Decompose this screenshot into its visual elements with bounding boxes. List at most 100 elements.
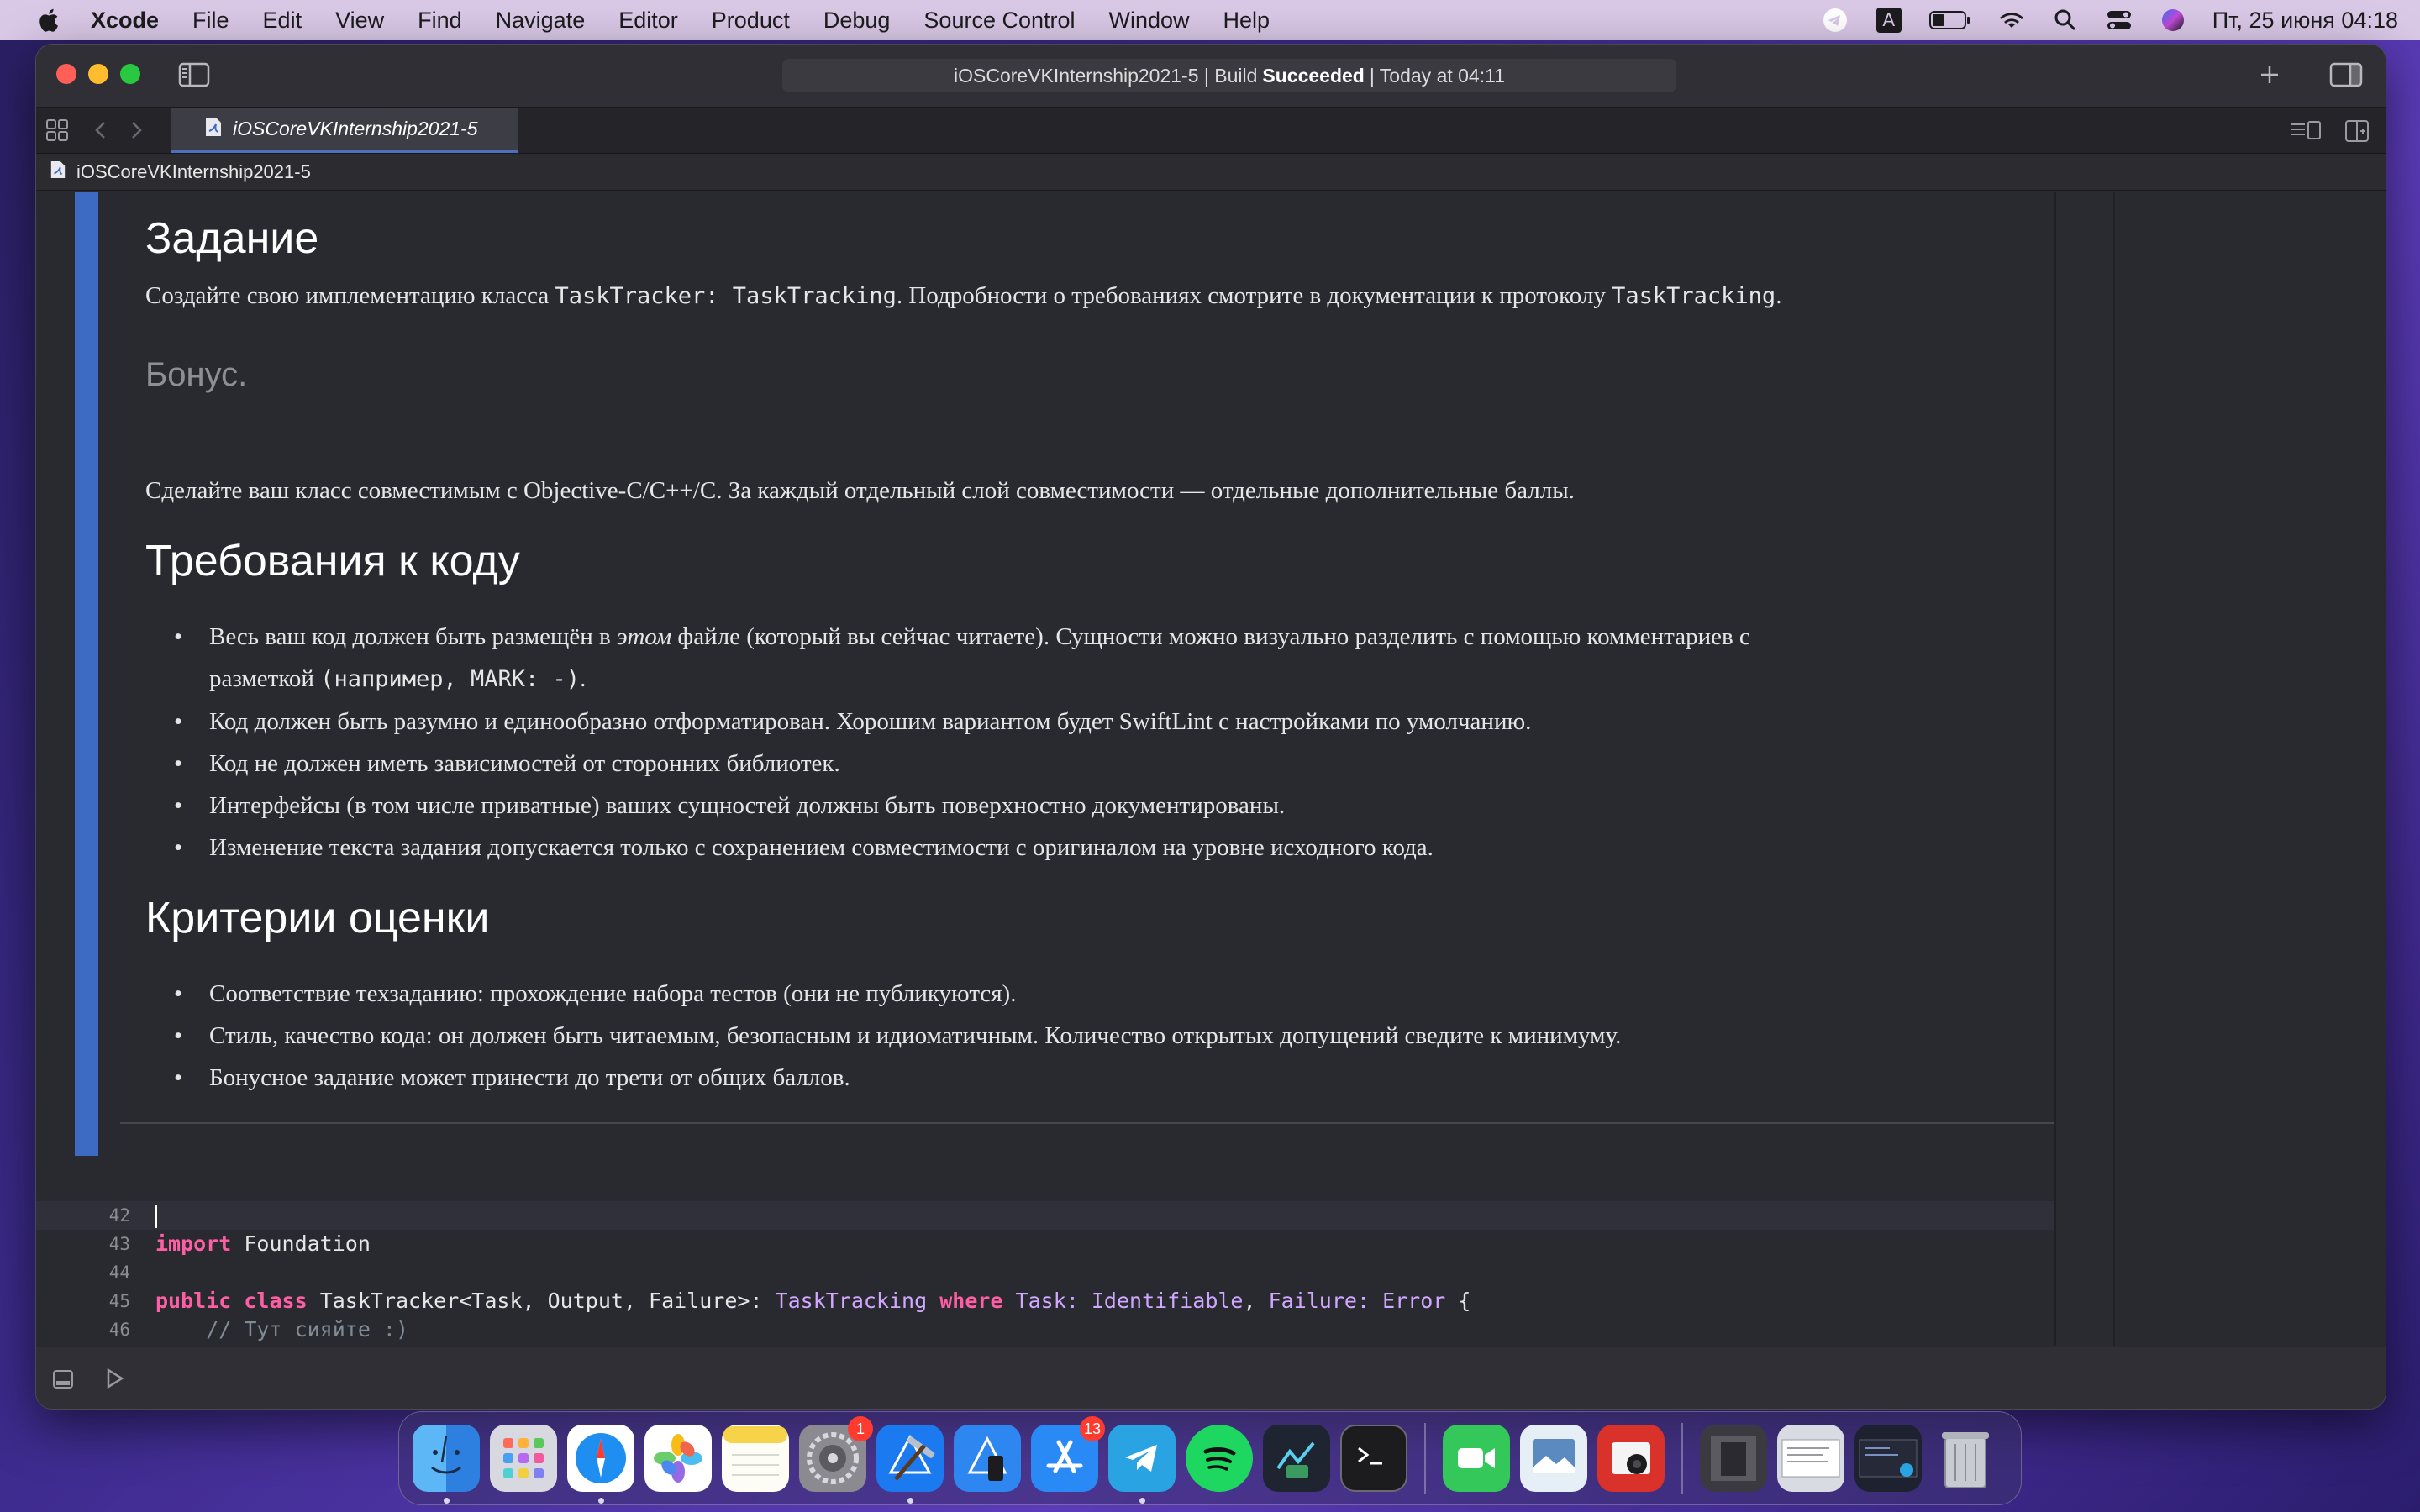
menu-debug[interactable]: Debug — [807, 0, 908, 40]
siri-icon[interactable] — [2159, 6, 2187, 34]
task-code-2: TaskTracking — [1612, 283, 1776, 309]
window-thumbnail-icon[interactable] — [1854, 1425, 1922, 1492]
criteria-item: Стиль, качество кода: он должен быть чит… — [145, 1015, 2078, 1057]
hide-debug-area-icon[interactable] — [51, 1368, 75, 1391]
notification-badge: 13 — [1080, 1416, 1105, 1441]
markup-range-indicator — [75, 192, 98, 1156]
app-store-icon[interactable]: 13 — [1031, 1416, 1105, 1492]
trash-icon[interactable] — [1932, 1425, 1999, 1492]
finder-icon[interactable] — [413, 1425, 480, 1504]
dock-separator — [1424, 1423, 1426, 1494]
code-text — [155, 1203, 157, 1228]
battery-icon[interactable] — [1928, 6, 1972, 34]
criteria-list: Соответствие техзаданию: прохождение наб… — [145, 973, 2078, 1099]
code-line[interactable]: 45 public class TaskTracker<Task, Output… — [36, 1287, 2054, 1315]
menu-help[interactable]: Help — [1207, 0, 1287, 40]
tab-playground[interactable]: iOSCoreVKInternship2021-5 — [171, 108, 518, 153]
activity-status: iOSCoreVKInternship2021-5 | Build Succee… — [782, 59, 1676, 92]
generic-task: Task: — [1002, 1289, 1092, 1313]
source-editor[interactable]: Задание Создайте свою имплементацию клас… — [36, 192, 2386, 1397]
telegram-status-icon[interactable] — [1821, 6, 1849, 34]
xcode-icon[interactable] — [876, 1425, 944, 1504]
control-center-icon[interactable] — [2105, 6, 2133, 34]
menu-file[interactable]: File — [176, 0, 246, 40]
window-close-button[interactable] — [56, 64, 76, 84]
simulator-icon[interactable] — [954, 1425, 1021, 1492]
library-add-icon[interactable] — [2254, 60, 2285, 90]
facetime-icon[interactable] — [1443, 1425, 1510, 1492]
line-number: 44 — [108, 1263, 130, 1283]
code-line[interactable]: 46 // Тут сияйте :) — [36, 1315, 2054, 1344]
type-identifiable: Identifiable — [1091, 1289, 1244, 1313]
jump-bar[interactable]: iOSCoreVKInternship2021-5 — [36, 154, 2386, 191]
markup-divider — [120, 1122, 2103, 1124]
heading-requirements: Требования к коду — [145, 537, 520, 585]
menu-editor[interactable]: Editor — [602, 0, 695, 40]
minimap-divider — [2113, 192, 2115, 1346]
playground-file-icon — [204, 116, 223, 143]
photo-booth-icon[interactable] — [1597, 1425, 1665, 1492]
criteria-item: Соответствие техзаданию: прохождение наб… — [145, 973, 2078, 1015]
window-minimize-button[interactable] — [88, 64, 108, 84]
bonus-paragraph: Сделайте ваш класс совместимым с Objecti… — [145, 477, 1575, 504]
safari-icon[interactable] — [567, 1425, 634, 1504]
spotlight-search-icon[interactable] — [2051, 6, 2080, 34]
req-1-text-a: Весь ваш код должен быть размещён в — [209, 623, 611, 650]
menu-edit[interactable]: Edit — [246, 0, 319, 40]
menu-product[interactable]: Product — [695, 0, 807, 40]
type-error: Error — [1382, 1289, 1446, 1313]
menu-find[interactable]: Find — [401, 0, 479, 40]
menu-view[interactable]: View — [318, 0, 401, 40]
tab-title: iOSCoreVKInternship2021-5 — [233, 118, 478, 139]
inspector-toggle-icon[interactable] — [2328, 60, 2364, 90]
preview-icon[interactable] — [1520, 1425, 1587, 1492]
code-line[interactable]: 42 — [36, 1201, 2054, 1230]
jump-bar-path[interactable]: iOSCoreVKInternship2021-5 — [76, 161, 311, 183]
code-brace: { — [1445, 1289, 1471, 1313]
task-text-end: . — [1776, 282, 1782, 309]
run-icon[interactable] — [102, 1366, 127, 1391]
running-indicator — [908, 1498, 913, 1504]
spotify-icon[interactable] — [1186, 1425, 1253, 1492]
req-1-emphasis: этом — [616, 623, 672, 650]
menubar-clock[interactable]: Пт, 25 июня 04:18 — [2212, 8, 2398, 34]
requirement-item: Код не должен иметь зависимостей от стор… — [145, 743, 2078, 785]
xcode-window: iOSCoreVKInternship2021-5 | Build Succee… — [35, 44, 2386, 1410]
photos-icon[interactable] — [644, 1425, 712, 1492]
add-editor-icon[interactable] — [2344, 118, 2370, 144]
code-line[interactable]: 44 — [36, 1258, 2054, 1287]
class-declaration: TaskTracker<Task, Output, Failure>: — [307, 1289, 776, 1313]
sourcetree-icon[interactable] — [1263, 1425, 1330, 1492]
code-line[interactable]: 43 import Foundation — [36, 1230, 2054, 1258]
line-number: 42 — [108, 1205, 130, 1226]
terminal-icon[interactable] — [1340, 1425, 1407, 1492]
apple-menu-icon[interactable] — [25, 0, 74, 40]
system-preferences-icon[interactable]: 1 — [799, 1416, 873, 1492]
code-text: public class TaskTracker<Task, Output, F… — [155, 1289, 1470, 1313]
task-text-mid: . Подробности о требованиях смотрите в д… — [896, 282, 1606, 309]
heading-bonus: Бонус. — [145, 356, 248, 393]
forward-chevron-icon[interactable] — [125, 119, 147, 141]
input-source-icon[interactable]: A — [1875, 6, 1903, 34]
screenshot-stack-icon[interactable] — [1777, 1425, 1844, 1492]
heading-task: Задание — [145, 214, 319, 263]
launchpad-icon[interactable] — [490, 1425, 557, 1492]
req-1-text-b: файле (который вы сейчас читаете). Сущно… — [677, 623, 1750, 650]
back-chevron-icon[interactable] — [90, 119, 112, 141]
window-zoom-button[interactable] — [120, 64, 140, 84]
menu-source-control[interactable]: Source Control — [907, 0, 1092, 40]
requirement-item: Интерфейсы (в том числе приватные) ваших… — [145, 785, 2078, 827]
menu-window[interactable]: Window — [1092, 0, 1207, 40]
notes-icon[interactable] — [722, 1425, 789, 1492]
minimap[interactable] — [2056, 192, 2113, 1346]
requirements-list: Весь ваш код должен быть размещён в этом… — [145, 616, 2078, 869]
menu-app-name[interactable]: Xcode — [74, 0, 176, 40]
related-items-grid-icon[interactable] — [45, 118, 70, 143]
dock-separator — [1681, 1423, 1683, 1494]
editor-options-icon[interactable] — [2290, 119, 2322, 143]
downloads-stack-icon[interactable] — [1700, 1425, 1767, 1492]
wifi-icon[interactable] — [1997, 6, 2026, 34]
telegram-icon[interactable] — [1108, 1425, 1176, 1504]
menu-navigate[interactable]: Navigate — [479, 0, 602, 40]
navigator-toggle-icon[interactable] — [177, 60, 211, 90]
